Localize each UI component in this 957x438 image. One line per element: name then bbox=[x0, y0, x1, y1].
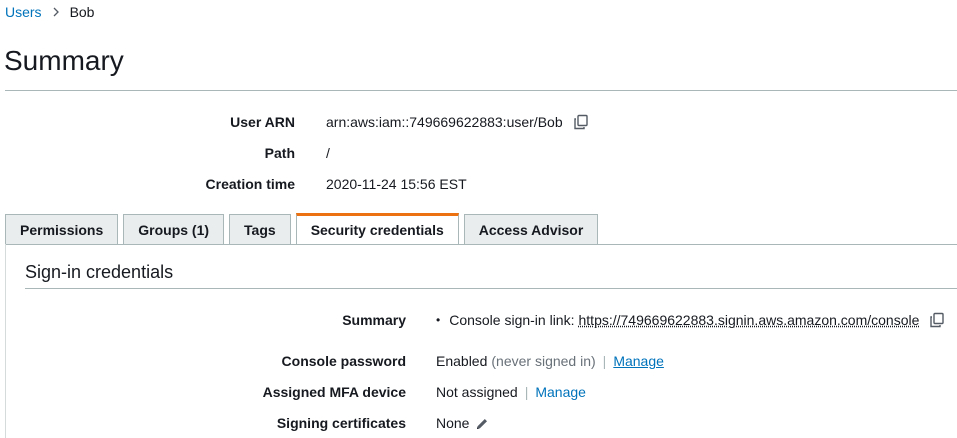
tab-bar: Permissions Groups (1) Tags Security cre… bbox=[5, 213, 603, 245]
creation-time-label: Creation time bbox=[205, 176, 295, 192]
section-title-signin-credentials: Sign-in credentials bbox=[25, 262, 174, 282]
creation-time-row: Creation time 2020-11-24 15:56 EST bbox=[0, 174, 957, 194]
path-value: / bbox=[326, 145, 330, 161]
breadcrumb-users-link[interactable]: Users bbox=[5, 3, 42, 21]
title-divider bbox=[5, 90, 957, 91]
section-divider bbox=[25, 288, 957, 289]
separator: | bbox=[602, 353, 607, 369]
tab-groups[interactable]: Groups (1) bbox=[123, 214, 225, 244]
separator: | bbox=[524, 384, 529, 400]
mfa-row: Assigned MFA device Not assigned | Manag… bbox=[0, 382, 957, 402]
console-link-prefix: Console sign-in link: bbox=[449, 312, 575, 328]
path-row: Path / bbox=[0, 143, 957, 163]
pencil-icon[interactable] bbox=[475, 416, 489, 430]
panel-border bbox=[5, 244, 6, 438]
mfa-status: Not assigned bbox=[436, 384, 518, 400]
tab-permissions[interactable]: Permissions bbox=[5, 214, 119, 244]
tab-access-advisor[interactable]: Access Advisor bbox=[463, 214, 599, 244]
user-arn-value: arn:aws:iam::749669622883:user/Bob bbox=[326, 114, 563, 130]
signing-certificates-row: Signing certificates None bbox=[0, 413, 957, 433]
signin-summary-row: Summary • Console sign-in link: https://… bbox=[0, 310, 957, 330]
console-password-value: Enabled (never signed in) | Manage bbox=[436, 351, 664, 371]
console-password-label: Console password bbox=[281, 353, 406, 369]
chevron-right-icon bbox=[52, 3, 60, 21]
tab-tags[interactable]: Tags bbox=[229, 214, 291, 244]
console-password-manage-link[interactable]: Manage bbox=[613, 351, 664, 371]
signin-summary-value: • Console sign-in link: https://74966962… bbox=[436, 310, 945, 330]
copy-icon[interactable] bbox=[573, 114, 589, 130]
mfa-label: Assigned MFA device bbox=[262, 384, 406, 400]
breadcrumb: Users Bob bbox=[5, 3, 94, 21]
user-arn-label: User ARN bbox=[230, 114, 295, 130]
page-title: Summary bbox=[4, 45, 124, 76]
creation-time-value: 2020-11-24 15:56 EST bbox=[326, 176, 467, 192]
path-label: Path bbox=[264, 145, 295, 161]
console-password-note: (never signed in) bbox=[491, 353, 596, 369]
user-arn-value-wrap: arn:aws:iam::749669622883:user/Bob bbox=[326, 112, 589, 132]
console-signin-link[interactable]: https://749669622883.signin.aws.amazon.c… bbox=[579, 310, 920, 330]
bullet-icon: • bbox=[436, 313, 441, 327]
tabs-divider bbox=[5, 244, 957, 245]
user-arn-row: User ARN arn:aws:iam::749669622883:user/… bbox=[0, 112, 957, 132]
console-password-row: Console password Enabled (never signed i… bbox=[0, 351, 957, 371]
mfa-manage-link[interactable]: Manage bbox=[535, 382, 586, 402]
console-password-status: Enabled bbox=[436, 353, 488, 369]
signin-summary-label: Summary bbox=[342, 312, 406, 328]
signing-certificates-value: None bbox=[436, 413, 489, 433]
signing-certificates-label: Signing certificates bbox=[276, 415, 406, 431]
signing-certificates-status: None bbox=[436, 415, 470, 431]
tab-security-credentials[interactable]: Security credentials bbox=[295, 213, 459, 245]
copy-icon[interactable] bbox=[929, 312, 945, 328]
mfa-value: Not assigned | Manage bbox=[436, 382, 586, 402]
breadcrumb-current: Bob bbox=[69, 4, 95, 20]
